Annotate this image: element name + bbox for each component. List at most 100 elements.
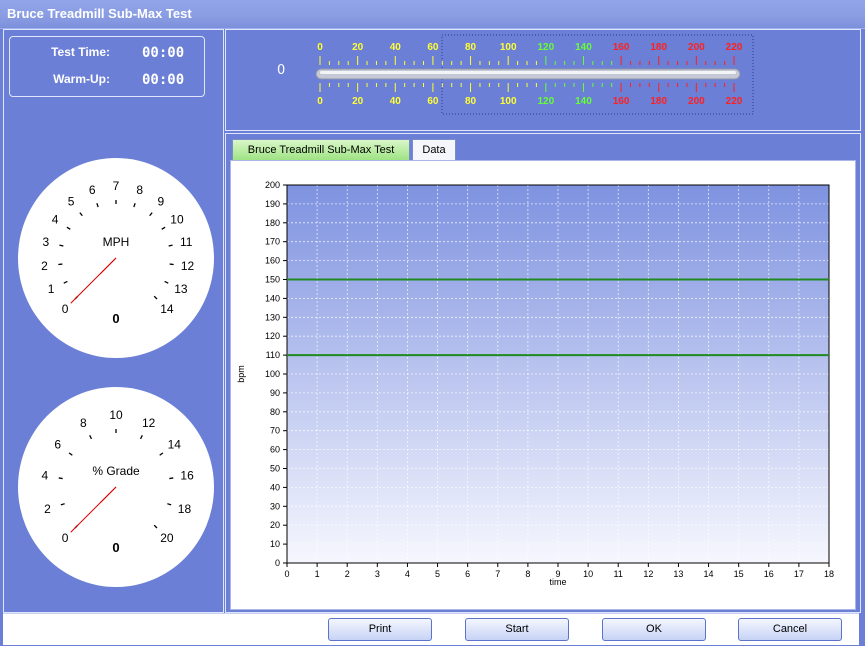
heart-rate-value: 0 <box>277 63 286 78</box>
y-tick-label: 80 <box>270 407 280 417</box>
print-button[interactable]: Print <box>328 618 432 641</box>
scale-label-top: 80 <box>465 42 477 53</box>
scale-label-bottom: 40 <box>390 96 402 107</box>
y-tick-label: 110 <box>266 350 280 360</box>
heart-rate-scale: 0 0 20 20 40 40 60 60 80 80 100 100 120 120 140 140 160 1… <box>315 34 754 115</box>
scale-label-bottom: 60 <box>427 96 439 107</box>
x-tick-label: 10 <box>583 569 593 579</box>
speed-gauge-tick-label: 5 <box>68 195 75 209</box>
title-bar: Bruce Treadmill Sub-Max Test <box>0 0 865 29</box>
speed-gauge: 0123456 7 891011121314MPH0 <box>18 158 214 358</box>
grade-gauge-tick <box>169 477 174 480</box>
y-tick-label: 200 <box>265 180 280 190</box>
x-tick-label: 18 <box>824 569 834 579</box>
speed-gauge-tick-label: 4 <box>52 213 59 227</box>
grade-gauge-tick-label: 4 <box>42 469 49 483</box>
scale-label-bottom: 120 <box>537 96 554 107</box>
heart-rate-chart: 0102030405060708090100110120130140150160… <box>236 180 834 587</box>
grade-gauge-tick-label: 2 <box>44 502 51 516</box>
grade-gauge-tick-label: 16 <box>180 469 194 483</box>
x-tick-label: 17 <box>794 569 804 579</box>
grade-gauge-unit-label: % Grade <box>92 464 140 478</box>
speed-gauge-tick-label: 14 <box>160 302 174 316</box>
scale-label-bottom: 140 <box>575 96 592 107</box>
x-tick-label: 12 <box>643 569 653 579</box>
y-tick-label: 10 <box>270 539 280 549</box>
heart-rate-panel: 0 0 0 20 20 40 40 60 60 80 80 100 100 120 120 140 140 16… <box>225 29 861 131</box>
y-tick-label: 150 <box>265 275 280 285</box>
x-tick-label: 4 <box>405 569 410 579</box>
x-tick-label: 13 <box>673 569 683 579</box>
test-time-label: Test Time: <box>51 45 110 59</box>
grade-gauge-tick-label: 20 <box>160 531 174 545</box>
scale-label-bottom: 180 <box>650 96 667 107</box>
grade-gauge-tick-label: 0 <box>62 531 69 545</box>
speed-gauge-tick-label: 9 <box>158 195 165 209</box>
window-title: Bruce Treadmill Sub-Max Test <box>7 6 192 21</box>
y-tick-label: 20 <box>270 520 280 530</box>
speed-gauge-tick-label: 12 <box>181 259 195 273</box>
x-tick-label: 1 <box>315 569 320 579</box>
warmup-label: Warm-Up: <box>53 72 110 86</box>
grade-gauge-tick-label: 18 <box>178 502 192 516</box>
speed-gauge-tick-label: 0 <box>62 302 69 316</box>
grade-gauge-tick-label: 6 <box>54 438 61 452</box>
speed-gauge-tick-label: 1 <box>48 282 55 296</box>
speed-gauge-tick <box>168 244 173 247</box>
scale-label-bottom: 100 <box>500 96 517 107</box>
speed-gauge-tick-label: 10 <box>170 213 184 227</box>
cancel-button[interactable]: Cancel <box>738 618 842 641</box>
scale-label-top: 100 <box>500 42 517 53</box>
scale-label-top: 140 <box>575 42 592 53</box>
y-tick-label: 0 <box>275 558 280 568</box>
speed-gauge-tick-label: 2 <box>41 259 48 273</box>
grade-gauge-tick-label: 10 <box>109 408 123 422</box>
y-tick-label: 90 <box>270 388 280 398</box>
ok-button[interactable]: OK <box>602 618 706 641</box>
y-tick-label: 50 <box>270 464 280 474</box>
x-tick-label: 16 <box>764 569 774 579</box>
scale-label-bottom: 200 <box>688 96 705 107</box>
x-axis-label: time <box>549 577 566 587</box>
warmup-value: 00:00 <box>142 72 185 88</box>
tab-data[interactable]: Data <box>412 139 456 160</box>
chart-panel: Bruce Treadmill Sub-Max Test Data 0 10 20 3… <box>225 133 861 613</box>
speed-gauge-tick-label: 8 <box>136 183 143 197</box>
x-tick-label: 7 <box>495 569 500 579</box>
scale-label-top: 0 <box>317 42 323 53</box>
scale-label-top: 60 <box>427 42 439 53</box>
speed-gauge-tick-label: 11 <box>180 235 193 249</box>
x-tick-label: 11 <box>614 569 623 579</box>
x-tick-label: 14 <box>704 569 714 579</box>
x-tick-label: 15 <box>734 569 744 579</box>
grade-gauge-tick-label: 14 <box>168 438 182 452</box>
speed-gauge-tick-label: 6 <box>89 183 96 197</box>
scale-label-top: 200 <box>688 42 705 53</box>
timer-box: Test Time: 00:00 Warm-Up: 00:00 <box>9 36 205 97</box>
speed-gauge-unit-label: MPH <box>103 235 130 249</box>
speed-gauge-value: 0 <box>112 311 119 326</box>
chart-frame: 0 10 20 30 40 50 60 70 80 90 100 110 120 130 140 150 160… <box>230 160 856 610</box>
tab-bruce-test[interactable]: Bruce Treadmill Sub-Max Test <box>232 139 410 160</box>
grade-gauge: 0 2 4 6 8 10 12 14 16 18 20 % Grade 0 <box>18 387 214 587</box>
start-button[interactable]: Start <box>465 618 569 641</box>
scale-label-bottom: 0 <box>317 96 323 107</box>
grade-gauge-value: 0 <box>112 540 119 555</box>
y-tick-label: 70 <box>270 426 280 436</box>
y-tick-label: 140 <box>265 293 280 303</box>
speed-gauge-tick <box>59 244 64 247</box>
scale-label-bottom: 160 <box>613 96 630 107</box>
y-axis-label: bpm <box>236 365 246 383</box>
y-tick-label: 170 <box>265 237 280 247</box>
x-tick-label: 8 <box>525 569 530 579</box>
x-tick-label: 3 <box>375 569 380 579</box>
button-bar: Print Start OK Cancel <box>3 613 859 645</box>
scale-label-top: 40 <box>390 42 402 53</box>
x-tick-label: 5 <box>435 569 440 579</box>
scale-label-top: 180 <box>650 42 667 53</box>
grade-gauge-tick-label: 8 <box>80 416 87 430</box>
y-tick-label: 40 <box>270 482 280 492</box>
y-tick-label: 60 <box>270 445 280 455</box>
speed-gauge-tick-label: 3 <box>42 235 49 249</box>
x-tick-label: 2 <box>345 569 350 579</box>
